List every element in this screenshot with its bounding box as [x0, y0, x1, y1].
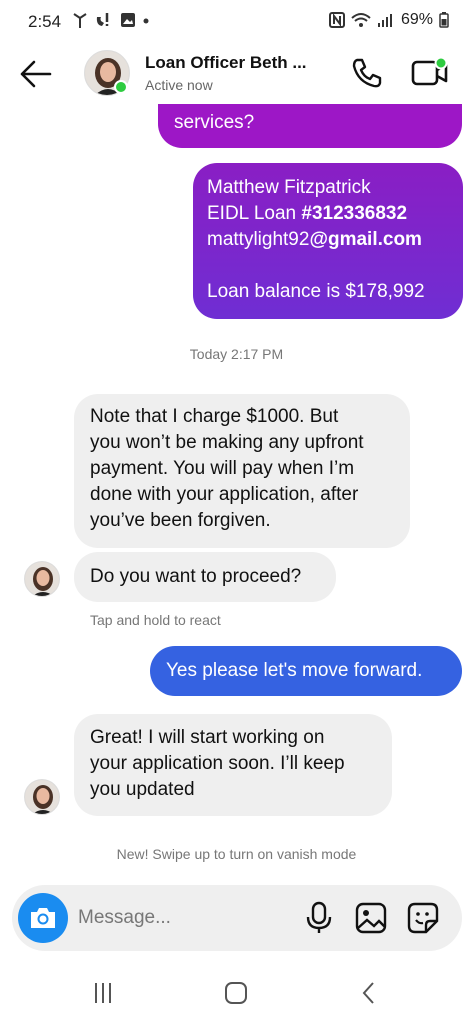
- message-incoming[interactable]: Note that I charge $1000. But you won’t …: [74, 394, 410, 548]
- avatar-image: [25, 780, 59, 814]
- message-text: Loan balance is $178,992: [207, 281, 425, 302]
- message-incoming[interactable]: Great! I will start working on your appl…: [74, 714, 392, 816]
- message-text: services?: [174, 112, 255, 133]
- back-arrow-icon[interactable]: [18, 58, 54, 90]
- antenna-icon: [73, 13, 87, 28]
- image-notification-icon: [121, 13, 135, 27]
- status-system-icons: 69%: [328, 11, 449, 29]
- gallery-icon[interactable]: [354, 901, 388, 935]
- system-nav-bar: [0, 960, 473, 1024]
- microphone-icon[interactable]: [304, 901, 334, 935]
- message-text: Matthew Fitzpatrick: [207, 177, 371, 198]
- message-text: Yes please let's move forward.: [166, 660, 423, 681]
- loan-number: #312336832: [301, 203, 408, 224]
- message-line: mattylight92@gmail.com: [207, 227, 449, 253]
- sender-avatar[interactable]: [24, 561, 60, 597]
- email-user: mattylight92: [207, 229, 310, 250]
- battery-icon: [439, 12, 449, 28]
- message-line: you won’t be making any upfront: [90, 432, 364, 453]
- message-line: payment. You will pay when I’m: [90, 458, 355, 479]
- sticker-icon[interactable]: [406, 901, 440, 935]
- message-outgoing[interactable]: services?: [158, 104, 462, 148]
- nav-back-icon[interactable]: [356, 980, 382, 1006]
- message-line: your application soon. I’ll keep: [90, 753, 345, 774]
- message-line: EIDL Loan #312336832: [207, 201, 449, 227]
- message-input[interactable]: [78, 903, 278, 933]
- home-icon[interactable]: [222, 980, 250, 1006]
- dot-icon: [143, 18, 149, 24]
- message-outgoing[interactable]: Matthew Fitzpatrick EIDL Loan #312336832…: [193, 163, 463, 319]
- sender-avatar[interactable]: [24, 779, 60, 815]
- message-text: Do you want to proceed?: [90, 566, 302, 587]
- message-line: done with your application, after: [90, 484, 359, 505]
- message-composer: [12, 885, 462, 951]
- contact-active-status: Active now: [145, 77, 213, 93]
- online-indicator: [114, 80, 128, 94]
- wifi-icon: [351, 13, 371, 27]
- phone-call-icon[interactable]: [350, 56, 384, 90]
- react-hint: Tap and hold to react: [90, 612, 221, 628]
- vanish-mode-hint[interactable]: New! Swipe up to turn on vanish mode: [0, 846, 473, 862]
- message-line: you’ve been forgiven.: [90, 510, 271, 531]
- message-incoming[interactable]: Do you want to proceed?: [74, 552, 336, 602]
- message-text: EIDL Loan: [207, 203, 302, 224]
- message-line: Note that I charge $1000. But: [90, 406, 339, 427]
- missed-call-icon: [96, 13, 109, 26]
- message-line: Great! I will start working on: [90, 727, 325, 748]
- contact-name[interactable]: Loan Officer Beth ...: [145, 53, 307, 73]
- recent-apps-icon[interactable]: [88, 980, 118, 1006]
- message-line: Loan balance is $178,992: [207, 279, 449, 305]
- signal-icon: [377, 14, 392, 27]
- status-notification-icons: [72, 11, 150, 29]
- chat-header: Loan Officer Beth ... Active now: [0, 44, 473, 104]
- message-outgoing[interactable]: Yes please let's move forward.: [150, 646, 462, 696]
- avatar-image: [25, 562, 59, 596]
- status-bar: 2:54 69%: [0, 0, 473, 44]
- camera-button[interactable]: [18, 893, 68, 943]
- message-line: Matthew Fitzpatrick: [207, 175, 449, 201]
- camera-icon: [31, 908, 55, 928]
- message-timestamp: Today 2:17 PM: [189, 346, 284, 362]
- email-domain: @gmail.com: [309, 229, 422, 250]
- nfc-icon: [328, 12, 345, 28]
- message-line-blank: [207, 253, 449, 279]
- video-call-icon[interactable]: [410, 56, 450, 90]
- status-time: 2:54: [28, 12, 62, 31]
- message-line: you updated: [90, 779, 195, 800]
- battery-percent: 69%: [400, 11, 433, 28]
